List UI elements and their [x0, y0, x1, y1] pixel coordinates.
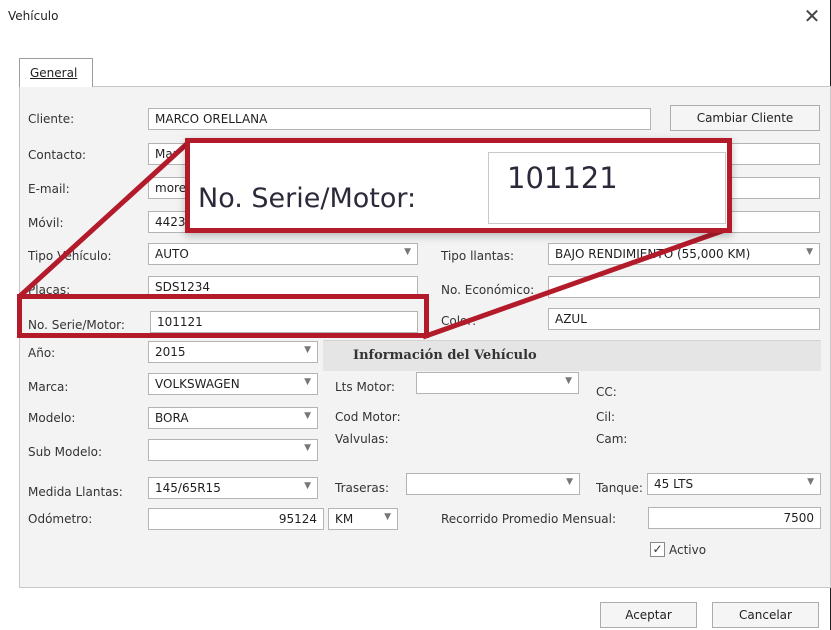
serie-highlight-box	[17, 294, 429, 338]
zoom-callout-value: 101121	[507, 161, 618, 195]
zoom-callout: No. Serie/Motor: 101121	[185, 138, 732, 233]
callout-line-right	[422, 227, 726, 340]
callout-line-left	[18, 139, 192, 298]
zoom-callout-label: No. Serie/Motor:	[198, 183, 417, 214]
zoom-callout-field: 101121	[488, 152, 726, 224]
